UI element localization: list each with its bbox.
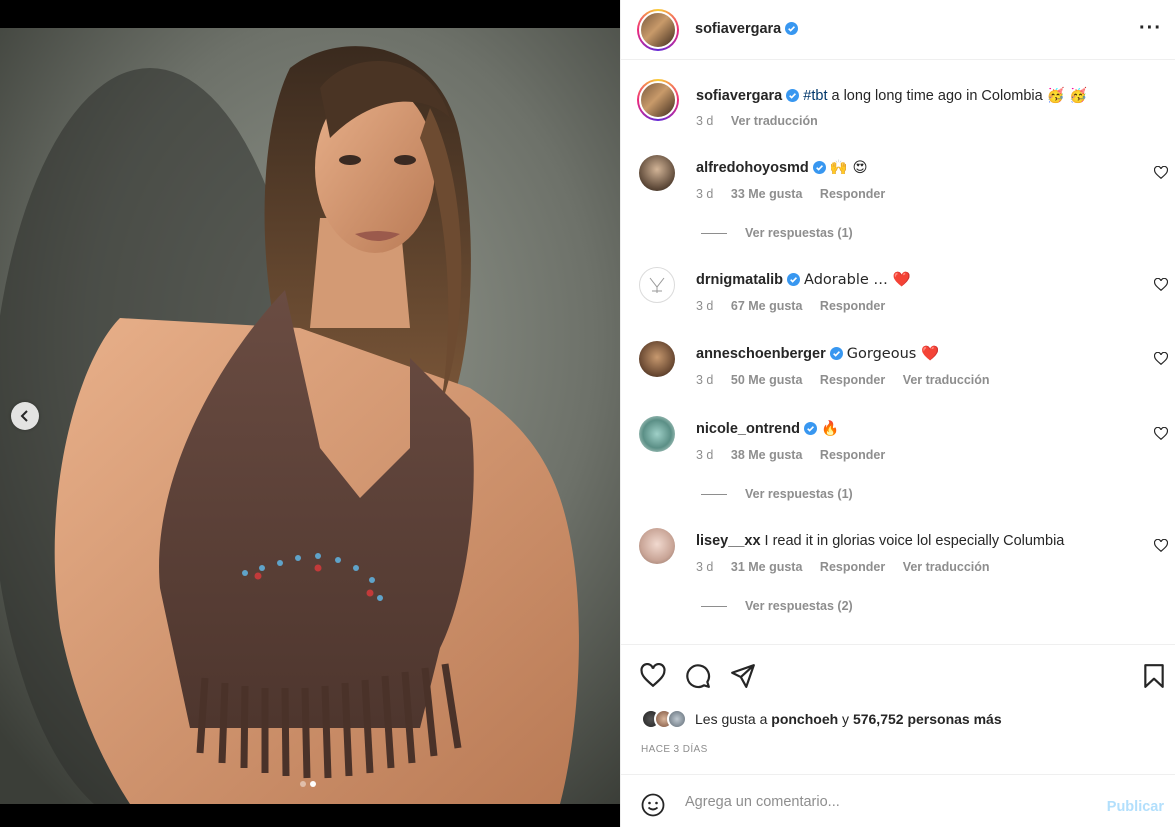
verified-badge-icon [785, 22, 799, 35]
comment-like-icon[interactable] [1154, 352, 1168, 366]
comment-body: 🙌 😍 [829, 160, 868, 176]
author-username[interactable]: sofiavergara [695, 21, 781, 37]
comment-likes[interactable]: 50 Me gusta [731, 373, 803, 387]
view-replies-button[interactable]: Ver respuestas (1) [701, 226, 853, 240]
view-replies-button[interactable]: Ver respuestas (2) [701, 599, 853, 613]
comment-like-icon[interactable] [1154, 539, 1168, 553]
caption-translate-link[interactable]: Ver traducción [731, 114, 818, 128]
comment-meta: 3 d 67 Me gusta Responder [696, 299, 899, 313]
caption-time: 3 d [696, 114, 714, 128]
comment-meta: 3 d 31 Me gusta Responder Ver traducción [696, 560, 1004, 574]
comment-body: Gorgeous ❤️ [846, 346, 939, 362]
comment-avatar[interactable] [639, 416, 675, 452]
slide-indicator [300, 781, 316, 787]
comment-like-icon[interactable] [1154, 166, 1168, 180]
translate-button[interactable]: Ver traducción [903, 373, 990, 387]
comment-composer: Publicar [621, 774, 1175, 827]
caption-body: a long long time ago in Colombia [827, 88, 1043, 104]
likes-middle: y [838, 711, 853, 727]
verified-badge-icon [786, 89, 800, 102]
comment-likes[interactable]: 38 Me gusta [731, 448, 803, 462]
post-modal: sofiavergara ··· sofiavergara #tbt a lon… [0, 0, 1175, 827]
post-actions: Les gusta a ponchoeh y 576,752 personas … [621, 644, 1175, 774]
caption-meta: 3 d Ver traducción [696, 114, 832, 128]
comment-input[interactable] [685, 789, 1085, 815]
comment-username[interactable]: nicole_ontrend [696, 421, 800, 437]
likes-summary: Les gusta a ponchoeh y 576,752 personas … [641, 709, 1002, 729]
comment-avatar[interactable] [639, 155, 675, 191]
comment-text: anneschoenberger Gorgeous ❤️ [696, 345, 1136, 363]
comment-text: alfredohoyosmd 🙌 😍 [696, 159, 1136, 177]
comment-body: 🔥 [820, 421, 840, 437]
reply-button[interactable]: Responder [820, 448, 885, 462]
comment-time: 3 d [696, 448, 714, 462]
media-pane [0, 0, 620, 827]
translate-button[interactable]: Ver traducción [903, 560, 990, 574]
comment-body: I read it in glorias voice lol especiall… [764, 533, 1065, 549]
comment-avatar[interactable] [639, 267, 675, 303]
reply-button[interactable]: Responder [820, 373, 885, 387]
comment-avatar[interactable] [639, 528, 675, 564]
emoji-smiley-icon[interactable] [641, 793, 665, 817]
comment-time: 3 d [696, 373, 714, 387]
comment-time: 3 d [696, 560, 714, 574]
caption-username[interactable]: sofiavergara [696, 88, 782, 104]
verified-badge-icon [829, 347, 843, 360]
share-paper-plane-icon[interactable] [730, 663, 756, 689]
caption-hashtag[interactable]: #tbt [803, 88, 827, 104]
likes-count[interactable]: 576,752 personas más [853, 711, 1002, 727]
comment-username[interactable]: lisey__xx [696, 533, 761, 549]
comment-bubble-icon[interactable] [685, 663, 711, 689]
post-date: HACE 3 DÍAS [641, 744, 708, 755]
comment-body: Adorable … ❤️ [804, 272, 911, 288]
reply-button[interactable]: Responder [820, 187, 885, 201]
comment-username[interactable]: alfredohoyosmd [696, 160, 809, 176]
comment-text: nicole_ontrend 🔥 [696, 420, 1136, 438]
liker-avatars [641, 709, 687, 729]
reply-button[interactable]: Responder [820, 560, 885, 574]
comment-likes[interactable]: 33 Me gusta [731, 187, 803, 201]
verified-badge-icon [812, 161, 826, 174]
comment-meta: 3 d 50 Me gusta Responder Ver traducción [696, 373, 1004, 387]
comment-meta: 3 d 33 Me gusta Responder [696, 187, 899, 201]
comment-likes[interactable]: 67 Me gusta [731, 299, 803, 313]
comment-username[interactable]: drnigmatalib [696, 272, 783, 288]
chevron-left-icon [20, 410, 28, 422]
comment-text: drnigmatalib Adorable … ❤️ [696, 271, 1136, 289]
more-options-button[interactable]: ··· [1139, 18, 1162, 38]
comment-like-icon[interactable] [1154, 427, 1168, 441]
comment-text: lisey__xx I read it in glorias voice lol… [696, 532, 1136, 550]
publish-button[interactable]: Publicar [1107, 799, 1164, 815]
like-heart-icon[interactable] [640, 663, 666, 689]
liker-avatar[interactable] [667, 709, 687, 729]
logo-avatar-icon [649, 277, 665, 293]
caption-text: sofiavergara #tbt a long long time ago i… [696, 87, 1136, 105]
comments-list: sofiavergara #tbt a long long time ago i… [621, 61, 1175, 643]
comment-likes[interactable]: 31 Me gusta [731, 560, 803, 574]
post-photo-image [0, 28, 620, 804]
view-replies-button[interactable]: Ver respuestas (1) [701, 487, 853, 501]
likes-prefix: Les gusta a [695, 711, 772, 727]
comment-like-icon[interactable] [1154, 278, 1168, 292]
post-header: sofiavergara ··· [621, 0, 1175, 60]
verified-badge-icon [803, 422, 817, 435]
comment-avatar[interactable] [639, 341, 675, 377]
caption-emoji: 🥳 🥳 [1046, 88, 1088, 104]
comment-time: 3 d [696, 299, 714, 313]
comment-username[interactable]: anneschoenberger [696, 346, 826, 362]
post-photo[interactable] [0, 28, 620, 804]
details-pane: sofiavergara ··· sofiavergara #tbt a lon… [620, 0, 1175, 827]
comment-time: 3 d [696, 187, 714, 201]
verified-badge-icon [787, 273, 801, 286]
previous-slide-button[interactable] [11, 402, 39, 430]
reply-button[interactable]: Responder [820, 299, 885, 313]
save-bookmark-icon[interactable] [1141, 663, 1167, 689]
slide-dot-active [310, 781, 316, 787]
liked-by-username[interactable]: ponchoeh [771, 711, 838, 727]
caption-avatar[interactable] [637, 79, 679, 121]
author-avatar[interactable] [637, 9, 679, 51]
comment-meta: 3 d 38 Me gusta Responder [696, 448, 899, 462]
slide-dot [300, 781, 306, 787]
